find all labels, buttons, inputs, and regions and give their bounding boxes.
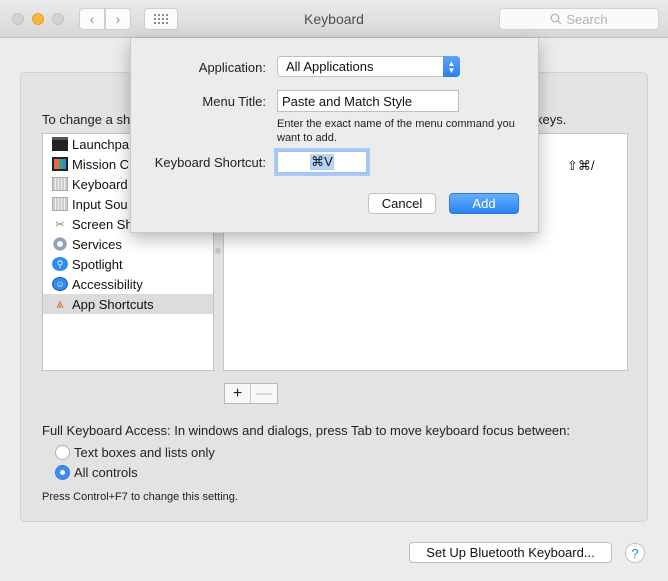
up-down-arrows-icon: ▲ ▼ [443,56,460,77]
split-view-handle[interactable] [215,248,221,254]
keyboard-shortcut-label: Keyboard Shortcut: [154,155,266,170]
category-item-accessibility[interactable]: ☺ Accessibility [43,274,213,294]
add-shortcut-sheet: Application: All Applications ▲ ▼ Menu Ti… [130,38,539,233]
remove-shortcut-button[interactable]: — [251,384,277,403]
launchpad-icon [52,137,68,151]
category-item-spotlight[interactable]: ⚲ Spotlight [43,254,213,274]
help-button[interactable]: ? [625,543,645,563]
category-item-services[interactable]: Services [43,234,213,254]
minus-icon: — [256,384,272,402]
help-icon: ? [631,545,639,561]
add-shortcut-button[interactable]: + [225,384,251,403]
search-field[interactable]: Search [499,8,659,30]
full-keyboard-access-label: Full Keyboard Access: In windows and dia… [42,423,570,438]
shortcut-key-value: ⇧⌘/ [567,158,595,173]
setup-bluetooth-keyboard-button[interactable]: Set Up Bluetooth Keyboard... [409,542,612,563]
radio-all-controls[interactable]: All controls [55,465,138,480]
keyboard-shortcut-input[interactable]: ⌘V [277,151,367,173]
search-placeholder: Search [566,11,608,27]
mission-control-icon [52,157,68,171]
accessibility-icon: ☺ [52,277,68,291]
application-label: Application: [198,60,266,75]
application-value: All Applications [286,59,374,74]
radio-button[interactable] [55,445,70,460]
screenshot-icon: ✂ [55,218,65,231]
search-icon [550,13,562,25]
add-remove-control: + — [224,383,278,404]
add-button[interactable]: Add [449,193,519,214]
shortcut-value: ⌘V [310,154,334,170]
plus-icon: + [232,384,243,402]
keyboard-icon [52,177,68,191]
menu-title-input[interactable]: Paste and Match Style [277,90,459,112]
radio-button-selected[interactable] [55,465,70,480]
app-shortcuts-icon: ⩓ [56,296,64,311]
services-gear-icon [52,237,68,251]
input-sources-icon [52,197,68,211]
spotlight-icon: ⚲ [52,257,68,271]
category-item-app-shortcuts[interactable]: ⩓ App Shortcuts [43,294,213,314]
cancel-button[interactable]: Cancel [368,193,436,214]
radio-text-boxes-only[interactable]: Text boxes and lists only [55,445,215,460]
application-popup[interactable]: All Applications ▲ ▼ [277,56,460,77]
instructions-text: To change a sh [42,112,131,127]
menu-title-help: Enter the exact name of the menu command… [277,118,515,144]
instructions-text-tail: keys. [536,112,567,127]
menu-title-label: Menu Title: [202,94,266,109]
hint-text: Press Control+F7 to change this setting. [42,491,238,503]
title-bar: ‹ › Keyboard Search [0,0,668,38]
